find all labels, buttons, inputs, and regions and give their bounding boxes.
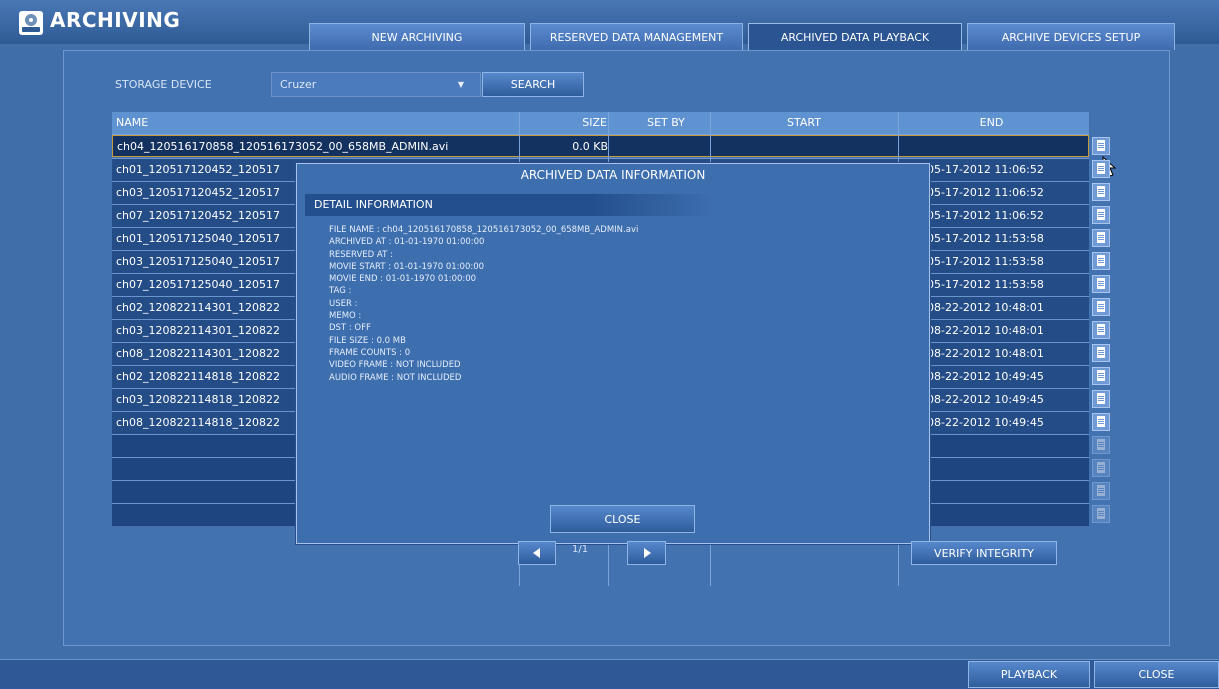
- document-icon: [1097, 416, 1105, 427]
- file-info-icon[interactable]: [1092, 137, 1110, 155]
- file-info-icon[interactable]: [1092, 436, 1110, 454]
- cell-end: 05-17-2012 11:06:52: [927, 209, 1044, 222]
- storage-device-value: Cruzer: [280, 78, 317, 91]
- detail-line: MOVIE END : 01-01-1970 01:00:00: [329, 274, 477, 285]
- cell-end: 05-17-2012 11:53:58: [927, 255, 1044, 268]
- cell-end: [927, 435, 1087, 457]
- header-name: NAME: [116, 116, 149, 129]
- document-icon: [1097, 485, 1105, 496]
- file-info-icon[interactable]: [1092, 229, 1110, 247]
- playback-button[interactable]: PLAYBACK: [968, 661, 1090, 688]
- disc-drive-icon: [19, 11, 43, 35]
- next-page-button[interactable]: [627, 541, 666, 565]
- dialog-close-button[interactable]: CLOSE: [550, 505, 695, 533]
- file-info-icon[interactable]: [1092, 252, 1110, 270]
- header-end: END: [979, 116, 1004, 129]
- document-icon: [1097, 393, 1105, 404]
- detail-line: FILE SIZE : 0.0 MB: [329, 335, 406, 346]
- storage-device-select[interactable]: Cruzer ▼: [271, 72, 481, 97]
- arrow-right-icon: [643, 548, 651, 558]
- table-header: NAME SIZE SET BY START END: [112, 112, 1089, 135]
- cell-end: 05-17-2012 11:06:52: [927, 163, 1044, 176]
- dialog-title: ARCHIVED DATA INFORMATION: [520, 168, 706, 182]
- detail-line: ARCHIVED AT : 01-01-1970 01:00:00: [329, 237, 485, 248]
- detail-line: FILE NAME : ch04_120516170858_1205161730…: [329, 225, 639, 235]
- file-info-icon[interactable]: [1092, 183, 1110, 201]
- cell-end: 08-22-2012 10:49:45: [927, 370, 1044, 383]
- cell-end: [927, 481, 1087, 503]
- file-info-icon[interactable]: [1092, 390, 1110, 408]
- detail-section-header: DETAIL INFORMATION: [305, 194, 715, 216]
- file-info-icon[interactable]: [1092, 206, 1110, 224]
- tab-new-archiving[interactable]: NEW ARCHIVING: [309, 23, 525, 50]
- verify-integrity-button[interactable]: VERIFY INTEGRITY: [911, 541, 1057, 565]
- file-info-icon[interactable]: [1092, 298, 1110, 316]
- document-icon: [1097, 301, 1105, 312]
- header-start: START: [787, 116, 821, 129]
- previous-page-button[interactable]: [518, 541, 556, 565]
- document-icon: [1097, 255, 1105, 266]
- document-icon: [1097, 163, 1105, 174]
- detail-line: MEMO :: [329, 311, 362, 322]
- file-info-icon[interactable]: [1092, 275, 1110, 293]
- file-info-icon[interactable]: [1092, 344, 1110, 362]
- cell-end: [927, 458, 1087, 480]
- document-icon: [1097, 186, 1105, 197]
- cell-set-by: [610, 136, 708, 156]
- detail-line: USER :: [329, 298, 358, 309]
- cell-name: ch04_120516170858_120516173052_00_658MB_…: [117, 140, 449, 153]
- document-icon: [1097, 278, 1105, 289]
- header-size: SIZE: [582, 116, 607, 129]
- cell-size: 0.0 KB: [572, 140, 608, 153]
- detail-line: RESERVED AT :: [329, 249, 393, 260]
- document-icon: [1097, 462, 1105, 473]
- tab-reserved-data-management[interactable]: RESERVED DATA MANAGEMENT: [530, 23, 743, 50]
- detail-list: FILE NAME : ch04_120516170858_1205161730…: [329, 224, 638, 384]
- cell-end: 08-22-2012 10:49:45: [927, 393, 1044, 406]
- file-info-icon[interactable]: [1092, 413, 1110, 431]
- tab-archived-data-playback[interactable]: ARCHIVED DATA PLAYBACK: [748, 23, 962, 50]
- cell-end: 05-17-2012 11:53:58: [927, 278, 1044, 291]
- document-icon: [1097, 508, 1105, 519]
- header-set-by: SET BY: [647, 116, 685, 129]
- tab-archive-devices-setup[interactable]: ARCHIVE DEVICES SETUP: [967, 23, 1175, 50]
- cell-end: [927, 504, 1087, 526]
- footer-close-button[interactable]: CLOSE: [1094, 661, 1219, 688]
- file-info-icon[interactable]: [1092, 459, 1110, 477]
- page-indicator: 1/1: [572, 544, 589, 555]
- cell-start: [712, 136, 899, 156]
- detail-line: TAG :: [329, 286, 352, 297]
- detail-line: MOVIE START : 01-01-1970 01:00:00: [329, 261, 485, 272]
- table-row[interactable]: ch04_120516170858_120516173052_00_658MB_…: [112, 135, 1089, 157]
- cell-end: 08-22-2012 10:48:01: [927, 347, 1044, 360]
- document-icon: [1097, 439, 1105, 450]
- file-info-icon[interactable]: [1092, 505, 1110, 523]
- document-icon: [1097, 140, 1105, 151]
- detail-line: AUDIO FRAME : NOT INCLUDED: [329, 372, 462, 383]
- document-icon: [1097, 347, 1105, 358]
- file-info-icon[interactable]: [1092, 321, 1110, 339]
- document-icon: [1097, 324, 1105, 335]
- cell-end: 05-17-2012 11:53:58: [927, 232, 1044, 245]
- document-icon: [1097, 209, 1105, 220]
- cell-end: 08-22-2012 10:48:01: [927, 301, 1044, 314]
- cell-end: 08-22-2012 10:48:01: [927, 324, 1044, 337]
- cell-end: [928, 136, 1088, 156]
- document-icon: [1097, 370, 1105, 381]
- document-icon: [1097, 232, 1105, 243]
- storage-device-label: STORAGE DEVICE: [115, 78, 212, 91]
- archived-data-information-dialog: ARCHIVED DATA INFORMATION DETAIL INFORMA…: [296, 163, 930, 544]
- cell-end: 08-22-2012 10:49:45: [927, 416, 1044, 429]
- cell-end: 05-17-2012 11:06:52: [927, 186, 1044, 199]
- detail-line: DST : OFF: [329, 323, 371, 334]
- file-info-icon[interactable]: [1092, 367, 1110, 385]
- file-info-icon[interactable]: [1092, 160, 1110, 178]
- detail-line: VIDEO FRAME : NOT INCLUDED: [329, 360, 461, 371]
- app-title: ARCHIVING: [50, 8, 181, 32]
- detail-line: FRAME COUNTS : 0: [329, 347, 411, 358]
- chevron-down-icon: ▼: [457, 80, 464, 89]
- arrow-left-icon: [533, 548, 540, 558]
- search-button[interactable]: SEARCH: [482, 72, 584, 97]
- file-info-icon[interactable]: [1092, 482, 1110, 500]
